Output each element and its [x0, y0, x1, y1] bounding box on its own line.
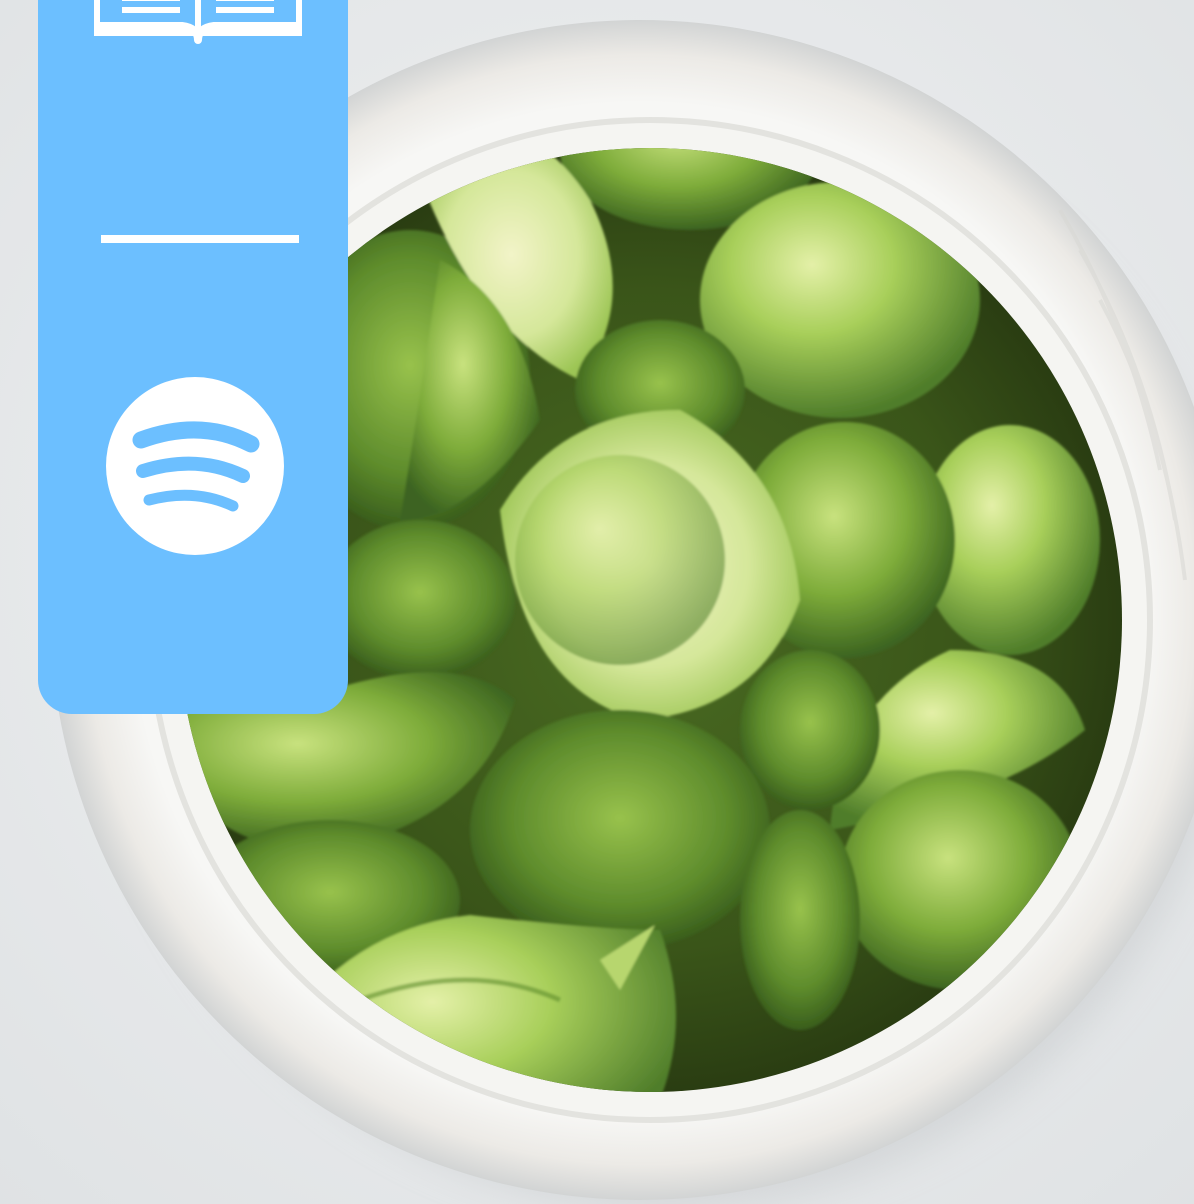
toolbar-divider	[101, 235, 299, 243]
spotify-button[interactable]	[101, 376, 289, 556]
book-button[interactable]	[92, 0, 304, 46]
spotify-icon	[106, 377, 284, 555]
page	[0, 0, 1194, 1204]
side-toolbar	[38, 0, 348, 714]
open-book-icon	[92, 0, 304, 44]
